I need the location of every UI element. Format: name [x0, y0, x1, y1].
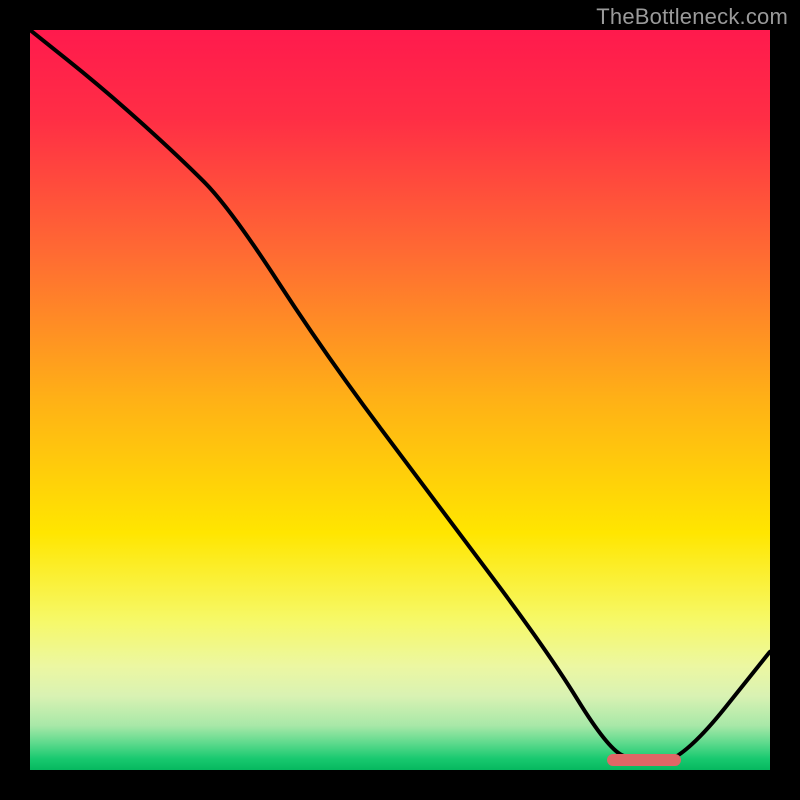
plot-area [30, 30, 770, 770]
bottleneck-curve [30, 30, 770, 770]
chart-frame: TheBottleneck.com [0, 0, 800, 800]
optimal-range-marker [607, 754, 681, 766]
watermark-text: TheBottleneck.com [596, 4, 788, 30]
